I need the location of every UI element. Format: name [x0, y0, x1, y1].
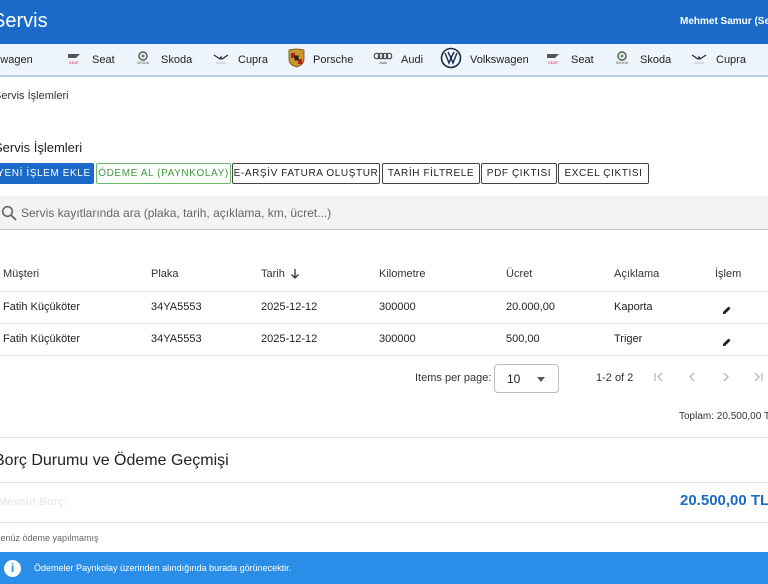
app-title: Servis: [0, 10, 48, 32]
porsche-logo-icon: [288, 48, 305, 71]
user-menu[interactable]: Mehmet Samur (Servis): [680, 16, 768, 27]
next-page-icon[interactable]: [719, 370, 733, 384]
items-per-page-label: Items per page:: [415, 372, 492, 384]
first-page-icon[interactable]: [652, 370, 666, 384]
cell-km: 300000: [379, 301, 416, 313]
svg-text:SKODA: SKODA: [137, 61, 150, 65]
brand-item-cupra[interactable]: Cupra: [690, 44, 746, 75]
column-header-date-label: Tarih: [261, 268, 285, 280]
brand-label: Seat: [92, 53, 115, 66]
brand-label: Audi: [401, 53, 424, 66]
new-record-button[interactable]: YENİ İŞLEM EKLE: [0, 163, 94, 184]
table-divider: [0, 355, 768, 356]
last-page-icon[interactable]: [751, 370, 765, 384]
seat-logo-icon: SEAT: [543, 51, 563, 68]
column-header-fee[interactable]: Ücret: [506, 268, 532, 280]
brand-label: Seat: [571, 53, 594, 66]
brand-item-cupra[interactable]: Cupra: [212, 44, 268, 75]
svg-text:SEAT: SEAT: [548, 60, 559, 65]
date-filter-button[interactable]: TARİH FİLTRELE: [382, 163, 480, 184]
cell-customer: Fatih Küçüköter: [3, 301, 81, 313]
info-banner-text: Ödemeler Paynkolay üzerinden alındığında…: [34, 563, 292, 573]
app-header: Servis Mehmet Samur (Servis): [0, 0, 768, 44]
cell-date: 2025-12-12: [261, 301, 318, 313]
cupra-logo-icon: [690, 51, 708, 68]
cell-plate: 34YA5553: [151, 333, 202, 345]
pdf-export-button[interactable]: PDF ÇIKTISI: [481, 163, 557, 184]
previous-page-icon[interactable]: [685, 370, 699, 384]
svg-text:SKODA: SKODA: [616, 61, 629, 65]
sort-arrow-down-icon: [290, 268, 300, 282]
brand-label: Skoda: [640, 53, 672, 66]
brand-label: Volkswagen: [470, 53, 529, 66]
info-icon: i: [4, 560, 21, 577]
edit-pencil-icon[interactable]: [722, 334, 732, 346]
skoda-logo-icon: SKODA: [612, 51, 632, 68]
brand-label: Cupra: [238, 53, 268, 66]
page-size-value: 10: [507, 372, 521, 386]
table-divider: [0, 291, 768, 292]
brand-item-volkswagen[interactable]: Volkswagen: [0, 44, 33, 75]
column-header-action: İşlem: [715, 268, 742, 280]
column-header-plate[interactable]: Plaka: [151, 268, 179, 280]
cell-description: Kaporta: [614, 301, 653, 313]
skoda-logo-icon: SKODA: [133, 51, 153, 68]
cell-fee: 500,00: [506, 333, 540, 345]
brand-bar: Volkswagen SEAT Seat SKODA Skoda Cupra P…: [0, 44, 768, 77]
debt-section-title: Borç Durumu ve Ödeme Geçmişi: [0, 452, 229, 469]
brand-label: Porsche: [313, 53, 354, 66]
brand-label: Skoda: [161, 53, 193, 66]
info-banner: i Ödemeler Paynkolay üzerinden alındığın…: [0, 552, 768, 584]
section-divider: [0, 522, 768, 523]
column-header-customer[interactable]: Müşteri: [3, 268, 39, 280]
audi-logo-icon: Audi: [373, 51, 393, 68]
total-amount: Toplam: 20.500,00 TL: [679, 411, 768, 422]
table-divider: [0, 323, 768, 324]
section-divider: [0, 482, 768, 483]
brand-item-audi[interactable]: Audi Audi: [373, 44, 423, 75]
cell-plate: 34YA5553: [151, 301, 202, 313]
cell-customer: Fatih Küçüköter: [3, 333, 81, 345]
cell-km: 300000: [379, 333, 416, 345]
search-field[interactable]: Servis kayıtlarında ara (plaka, tarih, a…: [0, 196, 768, 230]
search-input[interactable]: Servis kayıtlarında ara (plaka, tarih, a…: [21, 206, 331, 220]
brand-label: Cupra: [716, 53, 746, 66]
brand-item-volkswagen[interactable]: Volkswagen: [440, 44, 529, 75]
no-payment-text: Henüz ödeme yapılmamış: [0, 533, 99, 543]
current-debt-label: Mevcut Borç:: [0, 496, 68, 508]
cupra-logo-icon: [212, 51, 230, 68]
brand-item-skoda[interactable]: SKODA Skoda: [133, 44, 192, 75]
cell-fee: 20.000,00: [506, 301, 555, 313]
current-debt-amount: 20.500,00 TL: [680, 492, 768, 509]
brand-item-seat[interactable]: SEAT Seat: [64, 44, 115, 75]
edit-pencil-icon[interactable]: [722, 302, 732, 314]
dropdown-caret-icon: [537, 377, 545, 382]
seat-logo-icon: SEAT: [64, 51, 84, 68]
column-header-description[interactable]: Açıklama: [614, 268, 659, 280]
section-divider: [0, 437, 768, 438]
breadcrumb: Servis İşlemleri: [0, 90, 69, 102]
vw-logo-icon: [440, 47, 462, 72]
brand-item-skoda[interactable]: SKODA Skoda: [612, 44, 671, 75]
section-title: Servis İşlemleri: [0, 140, 83, 155]
page-size-select[interactable]: 10: [494, 364, 559, 393]
create-invoice-button[interactable]: E-ARŞİV FATURA OLUŞTUR: [232, 163, 380, 184]
page-range: 1-2 of 2: [596, 372, 634, 384]
column-header-date[interactable]: Tarih: [261, 268, 300, 282]
cell-date: 2025-12-12: [261, 333, 318, 345]
column-header-km[interactable]: Kilometre: [379, 268, 425, 280]
search-icon: [1, 205, 17, 226]
brand-item-porsche[interactable]: Porsche: [288, 44, 353, 75]
svg-text:SEAT: SEAT: [69, 60, 80, 65]
brand-item-seat[interactable]: SEAT Seat: [543, 44, 594, 75]
take-payment-button[interactable]: ÖDEME AL (PAYNKOLAY): [96, 163, 231, 184]
excel-export-button[interactable]: EXCEL ÇIKTISI: [558, 163, 649, 184]
brand-label: Volkswagen: [0, 53, 33, 66]
svg-text:Audi: Audi: [379, 61, 386, 65]
cell-description: Triger: [614, 333, 643, 345]
